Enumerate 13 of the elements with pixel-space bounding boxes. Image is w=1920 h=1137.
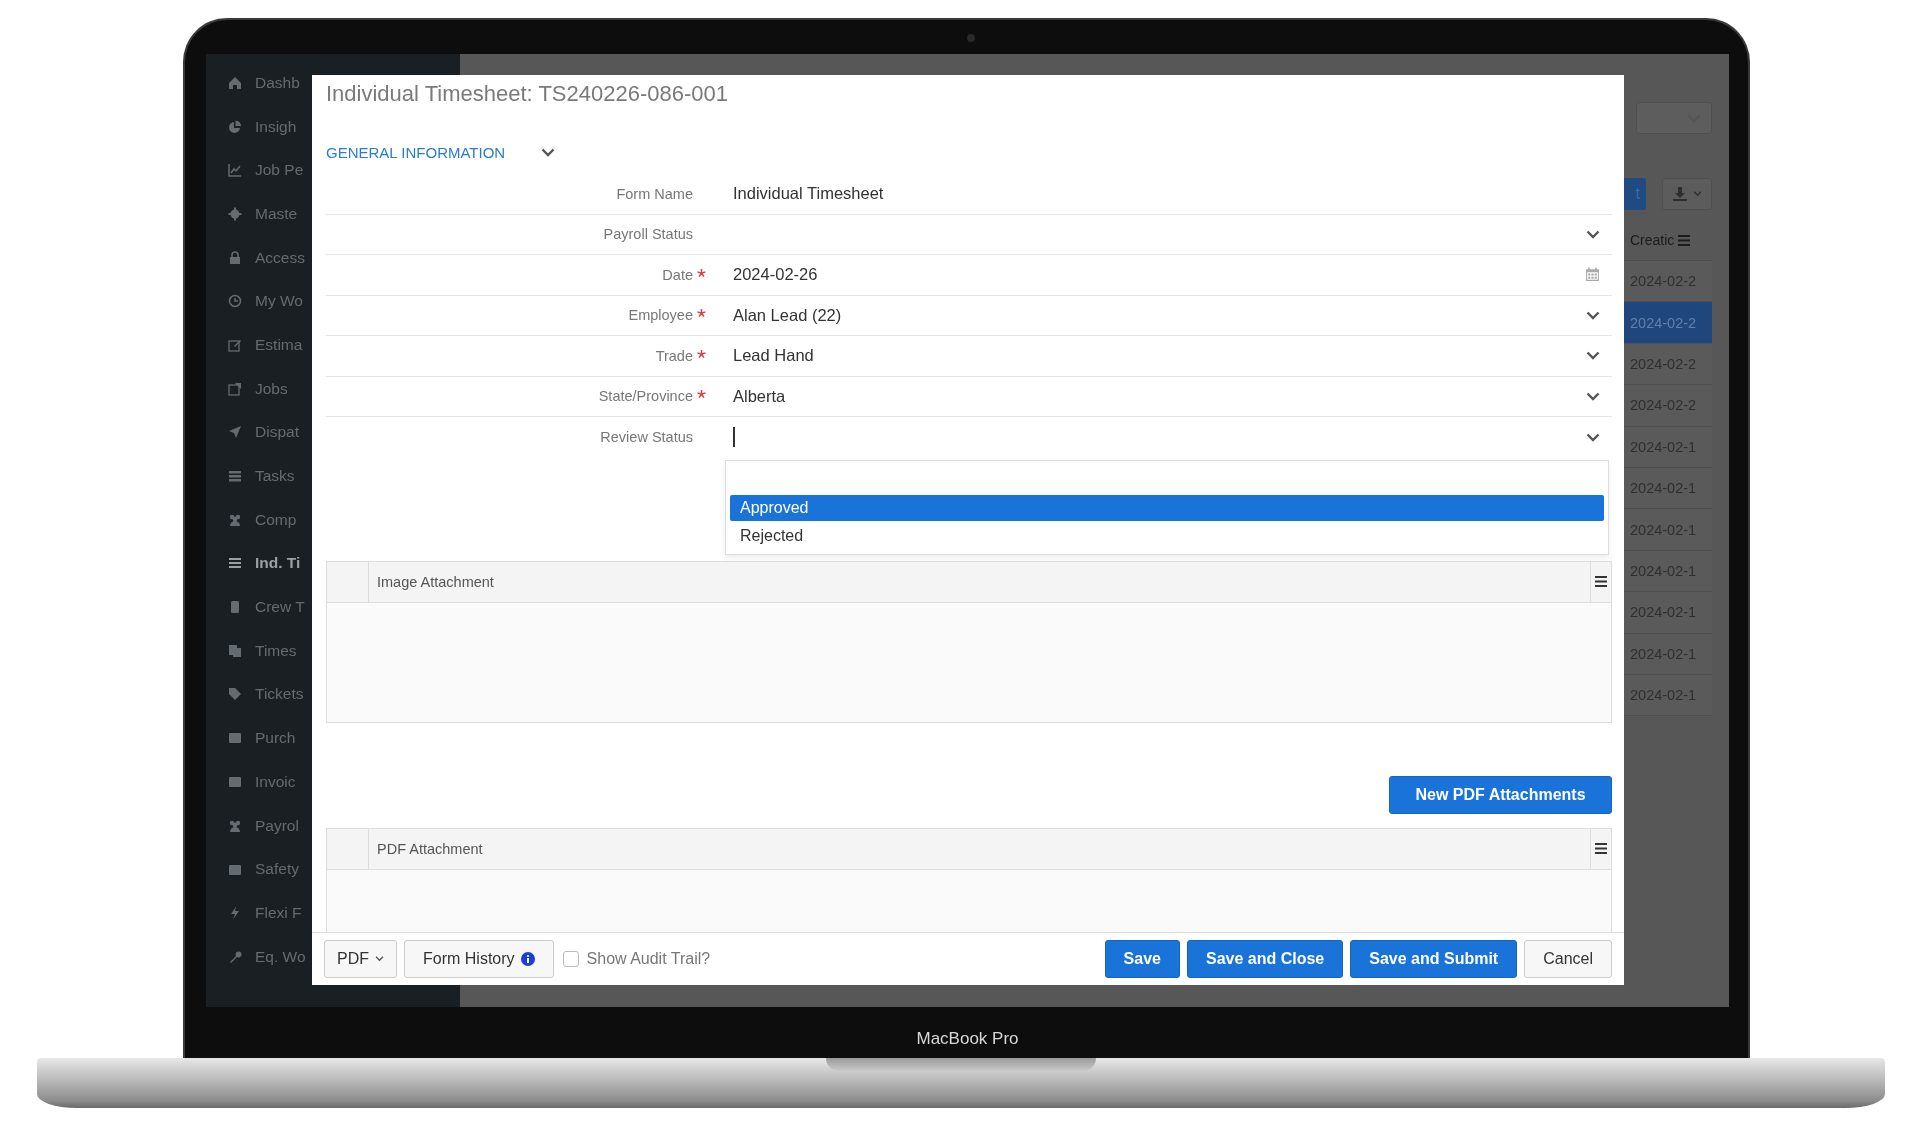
field-label: Trade <box>655 347 693 364</box>
field-label: Date <box>662 266 693 283</box>
column-header: PDF Attachment <box>377 840 483 857</box>
field-label: State/Province <box>598 388 693 405</box>
field-value: Individual Timesheet <box>733 184 884 204</box>
field-label: Employee <box>628 307 693 324</box>
field-label: Form Name <box>616 185 693 202</box>
table-cell: 2024-02-2 <box>1624 302 1712 344</box>
field-label: Payroll Status <box>603 226 693 243</box>
device-label: MacBook Pro <box>916 1029 1019 1049</box>
column-header: Image Attachment <box>377 573 494 590</box>
dialog-title: Individual Timesheet: TS240226-086-001 <box>326 80 729 108</box>
field-label: Review Status <box>600 429 693 446</box>
